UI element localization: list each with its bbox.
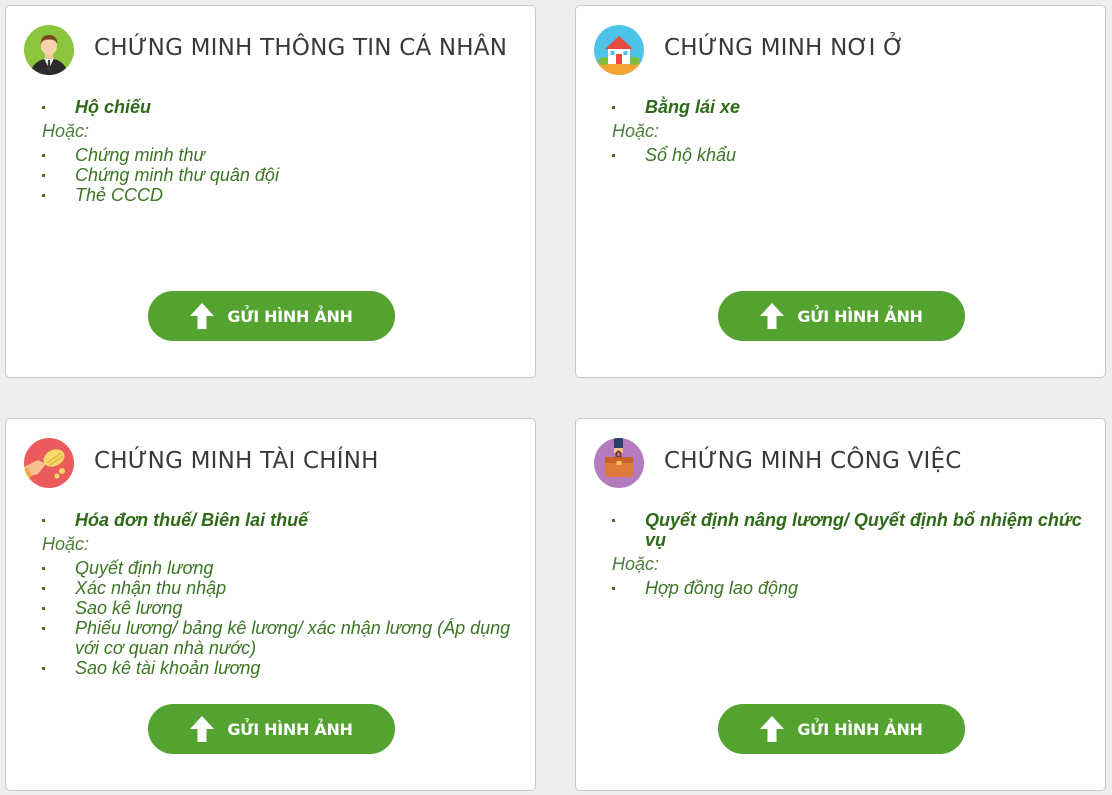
upload-image-button[interactable]: GỬI HÌNH ẢNH [148,704,395,754]
card-finance: CHỨNG MINH TÀI CHÍNH Hóa đơn thuế/ Biên … [5,418,536,791]
document-list: Quyết định nâng lương/ Quyết định bổ nhi… [612,510,1095,598]
or-label: Hoặc: [42,121,90,141]
document-list: Hóa đơn thuế/ Biên lai thuế Hoặc: Quyết … [42,510,525,678]
list-item: Sao kê lương [42,598,525,618]
or-label: Hoặc: [42,534,90,554]
upload-image-button[interactable]: GỬI HÌNH ẢNH [148,291,395,341]
list-item: Quyết định lương [42,558,525,578]
upload-button-label: GỬI HÌNH ẢNH [227,719,353,739]
card-title: CHỨNG MINH TÀI CHÍNH [94,448,379,474]
list-item: Sổ hộ khẩu [612,145,1095,165]
arrow-up-icon [760,716,785,742]
card-title: CHỨNG MINH THÔNG TIN CÁ NHÂN [94,35,508,61]
document-list: Hộ chiếu Hoặc: Chứng minh thư Chứng minh… [42,97,525,205]
upload-button-label: GỬI HÌNH ẢNH [227,306,353,326]
list-item: Sao kê tài khoản lương [42,658,525,678]
list-item-primary: Hộ chiếu [42,97,525,117]
or-label: Hoặc: [612,121,660,141]
card-title: CHỨNG MINH CÔNG VIỆC [664,448,962,474]
arrow-up-icon [190,716,215,742]
or-label: Hoặc: [612,554,660,574]
upload-image-button[interactable]: GỬI HÌNH ẢNH [718,291,965,341]
list-item-primary: Hóa đơn thuế/ Biên lai thuế [42,510,525,530]
card-personal-info: CHỨNG MINH THÔNG TIN CÁ NHÂN Hộ chiếu Ho… [5,5,536,378]
card-employment: CHỨNG MINH CÔNG VIỆC Quyết định nâng lươ… [575,418,1106,791]
list-item: Xác nhận thu nhập [42,578,525,598]
upload-image-button[interactable]: GỬI HÌNH ẢNH [718,704,965,754]
upload-button-label: GỬI HÌNH ẢNH [797,306,923,326]
arrow-up-icon [760,303,785,329]
list-item: Chứng minh thư quân đội [42,165,525,185]
list-item: Hợp đồng lao động [612,578,1095,598]
list-item: Chứng minh thư [42,145,525,165]
money-hand-icon [24,438,74,488]
document-list: Bằng lái xe Hoặc: Sổ hộ khẩu [612,97,1095,165]
arrow-up-icon [190,303,215,329]
list-item: Thẻ CCCD [42,185,525,205]
briefcase-icon [594,438,644,488]
list-item: Phiếu lương/ bảng kê lương/ xác nhận lươ… [42,618,525,658]
list-item-primary: Quyết định nâng lương/ Quyết định bổ nhi… [612,510,1095,550]
card-title: CHỨNG MINH NƠI Ở [664,35,905,61]
upload-button-label: GỬI HÌNH ẢNH [797,719,923,739]
list-item-primary: Bằng lái xe [612,97,1095,117]
card-residence: CHỨNG MINH NƠI Ở Bằng lái xe Hoặc: Sổ hộ… [575,5,1106,378]
person-icon [24,25,74,75]
house-icon [594,25,644,75]
